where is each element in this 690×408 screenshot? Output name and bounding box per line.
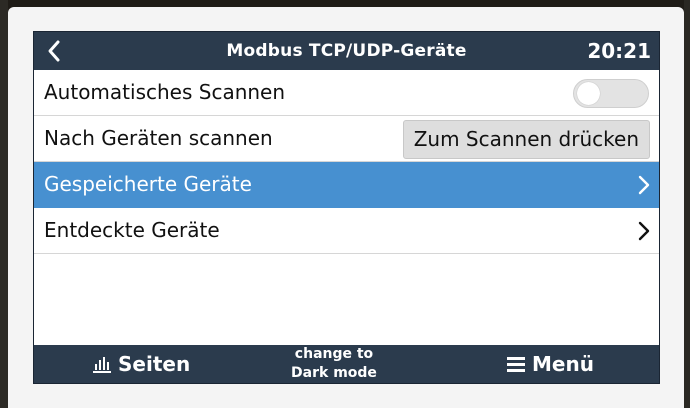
pages-label: Seiten bbox=[118, 352, 191, 376]
menu-button[interactable]: Menü bbox=[506, 345, 594, 383]
list-item-scan-devices: Nach Geräten scannen Zum Scannen drücken bbox=[34, 116, 659, 162]
device-bezel-left bbox=[0, 0, 8, 408]
device-bezel-right bbox=[684, 0, 690, 408]
menu-label: Menü bbox=[532, 352, 594, 376]
auto-scan-label: Automatisches Scannen bbox=[44, 80, 286, 104]
device-screen: Modbus TCP/UDP-Geräte 20:21 Automatische… bbox=[33, 31, 660, 384]
chevron-right-icon bbox=[637, 220, 651, 242]
settings-list: Automatisches Scannen Nach Geräten scann… bbox=[34, 70, 659, 254]
clock: 20:21 bbox=[587, 39, 651, 63]
scan-devices-label: Nach Geräten scannen bbox=[44, 126, 273, 150]
list-item-discovered-devices[interactable]: Entdeckte Geräte bbox=[34, 208, 659, 254]
list-item-saved-devices[interactable]: Gespeicherte Geräte bbox=[34, 162, 659, 208]
discovered-devices-label: Entdeckte Geräte bbox=[44, 218, 220, 242]
page-title: Modbus TCP/UDP-Geräte bbox=[226, 41, 467, 61]
pages-button[interactable]: Seiten bbox=[92, 345, 190, 383]
auto-scan-toggle[interactable] bbox=[573, 79, 649, 108]
dark-mode-line-1: change to bbox=[294, 346, 374, 362]
bar-chart-icon bbox=[92, 355, 112, 373]
dark-mode-button[interactable]: change to Dark mode bbox=[264, 345, 404, 383]
saved-devices-label: Gespeicherte Geräte bbox=[44, 172, 252, 196]
dark-mode-line-2: Dark mode bbox=[291, 365, 377, 381]
hamburger-menu-icon bbox=[506, 356, 526, 372]
toggle-knob bbox=[577, 82, 600, 105]
chevron-right-icon bbox=[637, 174, 651, 196]
title-bar: Modbus TCP/UDP-Geräte 20:21 bbox=[34, 32, 659, 70]
bottom-bar: Seiten change to Dark mode Menü bbox=[34, 345, 659, 383]
scan-button[interactable]: Zum Scannen drücken bbox=[402, 120, 650, 159]
list-item-auto-scan[interactable]: Automatisches Scannen bbox=[34, 70, 659, 116]
